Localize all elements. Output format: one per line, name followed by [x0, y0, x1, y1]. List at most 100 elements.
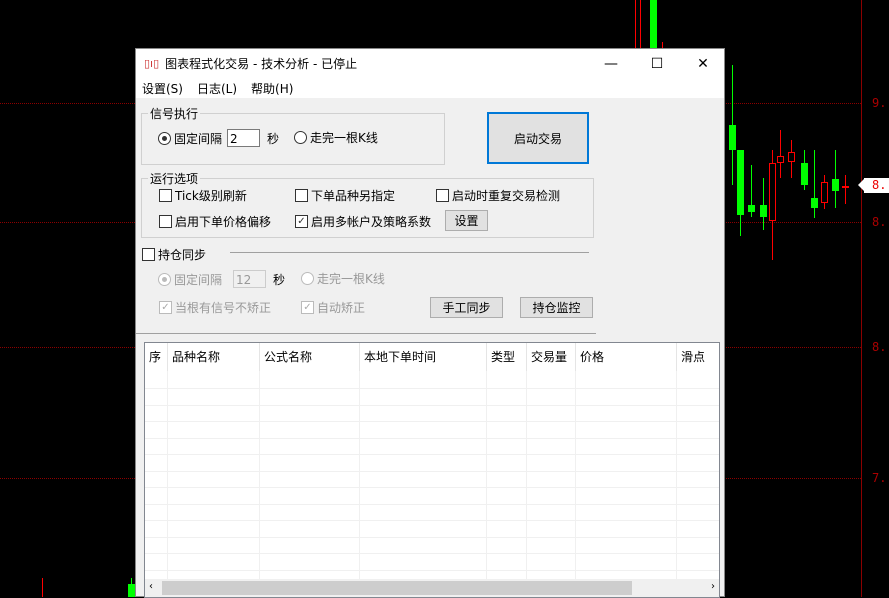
candle-wick: [780, 130, 781, 178]
auto-correct-label: 自动矫正: [317, 301, 366, 315]
candle-body: [748, 205, 755, 212]
position-sync-label: 持仓同步: [158, 248, 207, 262]
candle-body: [788, 152, 795, 162]
column-header[interactable]: 公式名称: [260, 343, 360, 371]
grid-line: [145, 437, 719, 439]
divider: [230, 252, 589, 253]
signal-per-bar-radio[interactable]: 走完一根K线: [294, 129, 378, 146]
close-button[interactable]: ✕: [680, 49, 726, 78]
scroll-left-icon[interactable]: ‹: [149, 581, 153, 592]
candle-body: [737, 150, 744, 215]
grid-line: [145, 388, 719, 389]
radio-icon[interactable]: [158, 272, 171, 286]
column-header[interactable]: 本地下单时间: [360, 343, 487, 371]
candle-body: [128, 584, 135, 597]
position-monitor-button[interactable]: 持仓监控: [520, 297, 593, 318]
radio-icon[interactable]: [294, 131, 307, 144]
price-axis: [861, 0, 862, 597]
checkbox-icon[interactable]: [142, 248, 155, 261]
manual-sync-button[interactable]: 手工同步: [430, 297, 503, 318]
y-label: 8.: [872, 215, 887, 229]
checkbox-checked-icon[interactable]: ✓: [295, 215, 308, 228]
signal-legend: 信号执行: [150, 107, 199, 121]
column-header[interactable]: 交易量: [527, 343, 576, 371]
grid-line: [145, 487, 719, 488]
trading-window: ▯ı▯ 图表程式化交易 - 技术分析 - 已停止 — ☐ ✕ 设置(S) 日志(…: [135, 48, 725, 598]
start-trading-button[interactable]: 启动交易: [487, 112, 589, 164]
option-label: 启动时重复交易检测: [452, 189, 561, 203]
grid-line: [145, 520, 719, 521]
no-correct-checkbox[interactable]: ✓ 当根有信号不矫正: [159, 299, 271, 316]
option-duplicate-check[interactable]: 启动时重复交易检测: [436, 187, 560, 204]
radio-icon[interactable]: [301, 272, 314, 285]
grid-line: [575, 371, 576, 579]
order-table: 序品种名称 公式名称 本地下单时间 类型 交易量 价格 滑点 ‹ ›: [144, 342, 720, 598]
scroll-right-icon[interactable]: ›: [711, 581, 715, 592]
menu-log[interactable]: 日志(L): [197, 80, 237, 97]
option-label: Tick级别刷新: [175, 189, 247, 203]
candle-body: [811, 198, 818, 208]
auto-correct-checkbox[interactable]: ✓ 自动矫正: [301, 299, 365, 316]
checkbox-icon[interactable]: [159, 215, 172, 228]
grid-line: [167, 371, 168, 579]
settings-button[interactable]: 设置: [445, 210, 488, 231]
candle-body: [650, 0, 657, 48]
grid-line: [145, 454, 719, 455]
sync-fixed-radio[interactable]: 固定间隔 12 秒: [158, 270, 285, 288]
checkbox-icon[interactable]: [295, 189, 308, 202]
option-tick-refresh[interactable]: Tick级别刷新: [159, 187, 247, 204]
grid-line: [145, 503, 719, 505]
candle-body: [777, 156, 784, 163]
y-label: 7.: [872, 471, 887, 485]
radio-icon[interactable]: [158, 131, 171, 145]
candle-wick: [635, 0, 636, 48]
checkbox-checked-icon[interactable]: ✓: [301, 301, 314, 314]
column-header[interactable]: 滑点: [677, 343, 719, 371]
fixed-interval-label: 固定间隔: [174, 131, 223, 146]
menu-bar: 设置(S) 日志(L) 帮助(H): [136, 78, 724, 98]
chart-app-icon: ▯ı▯: [144, 57, 160, 70]
column-header[interactable]: 序: [145, 343, 168, 371]
grid-line: [676, 371, 677, 579]
position-sync-checkbox[interactable]: 持仓同步: [142, 246, 206, 263]
option-order-symbol[interactable]: 下单品种另指定: [295, 187, 395, 204]
window-title: 图表程式化交易 - 技术分析 - 已停止: [165, 57, 358, 71]
candle-body: [760, 205, 767, 217]
scrollbar-thumb[interactable]: [162, 581, 632, 595]
candle-wick: [845, 175, 846, 204]
grid-line: [145, 569, 719, 571]
grid-line: [486, 371, 487, 579]
fixed-interval-label: 固定间隔: [174, 272, 223, 287]
checkbox-checked-icon[interactable]: ✓: [159, 301, 172, 314]
checkbox-icon[interactable]: [159, 189, 172, 202]
column-header[interactable]: 价格: [576, 343, 677, 371]
checkbox-icon[interactable]: [436, 189, 449, 202]
sync-interval-input[interactable]: 12: [233, 270, 267, 288]
sync-per-bar-radio[interactable]: 走完一根K线: [301, 270, 385, 287]
menu-settings[interactable]: 设置(S): [142, 80, 183, 97]
grid-line: [259, 371, 260, 579]
grid-line: [359, 371, 360, 579]
seconds-label: 秒: [267, 131, 280, 146]
grid-line: [145, 404, 719, 406]
candle-body: [729, 125, 736, 150]
grid-line: [145, 553, 719, 554]
option-label: 下单品种另指定: [311, 189, 396, 203]
option-price-offset[interactable]: 启用下单价格偏移: [159, 213, 271, 230]
column-header[interactable]: 品种名称: [168, 343, 260, 371]
y-label: 9.: [872, 96, 887, 110]
option-label: 启用下单价格偏移: [175, 215, 272, 229]
maximize-button[interactable]: ☐: [634, 49, 680, 78]
minimize-button[interactable]: —: [588, 49, 634, 78]
seconds-label: 秒: [273, 272, 286, 287]
signal-fixed-radio[interactable]: 固定间隔 2 秒: [158, 129, 279, 147]
column-header[interactable]: 类型: [487, 343, 527, 371]
option-multi-account[interactable]: ✓ 启用多帐户及策略系数: [295, 213, 431, 230]
grid-line: [145, 536, 719, 538]
grid-line: [145, 470, 719, 472]
interval-input[interactable]: 2: [227, 129, 261, 147]
horizontal-scrollbar[interactable]: ‹ ›: [145, 579, 719, 597]
menu-help[interactable]: 帮助(H): [251, 80, 293, 97]
per-bar-label: 走完一根K线: [310, 131, 378, 145]
title-bar: ▯ı▯ 图表程式化交易 - 技术分析 - 已停止 — ☐ ✕: [136, 49, 724, 78]
